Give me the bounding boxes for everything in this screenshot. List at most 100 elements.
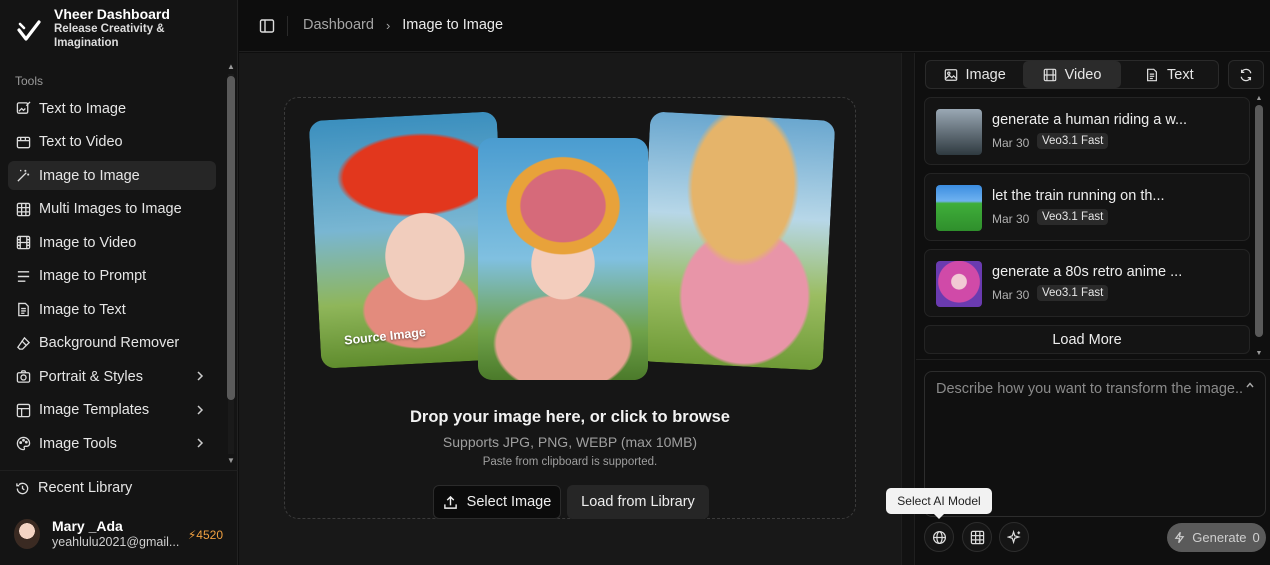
sidebar-divider xyxy=(0,470,238,471)
aspect-grid-button[interactable] xyxy=(962,522,992,552)
camera-icon xyxy=(15,369,31,385)
sidebar-item-label: Image to Video xyxy=(39,234,137,251)
load-from-library-label: Load from Library xyxy=(581,494,695,510)
tab-video-label: Video xyxy=(1064,66,1102,83)
history-item-title: generate a human riding a w... xyxy=(992,112,1188,128)
sidebar-toggle-icon[interactable] xyxy=(259,18,275,34)
topbar-divider xyxy=(287,16,288,36)
refresh-icon xyxy=(1240,68,1252,81)
magic-wand-icon xyxy=(15,168,31,184)
history-item-title: let the train running on th... xyxy=(992,188,1165,204)
dropzone-title: Drop your image here, or click to browse xyxy=(409,408,730,426)
breadcrumb-dashboard-link[interactable]: Dashboard xyxy=(303,17,374,33)
upload-icon xyxy=(443,495,457,509)
sidebar-item-label: Text to Image xyxy=(39,100,127,117)
history-item[interactable]: generate a 80s retro anime ... Mar 30 Ve… xyxy=(924,249,1250,317)
sidebar-item-image-templates[interactable]: Image Templates xyxy=(8,396,216,425)
scroll-thumb[interactable] xyxy=(1255,105,1263,337)
history-item-date: Mar 30 xyxy=(992,288,1030,302)
template-icon xyxy=(15,402,31,418)
tab-image[interactable]: Image xyxy=(926,61,1023,88)
history-item-title: generate a 80s retro anime ... xyxy=(992,264,1183,280)
vheer-logo-icon xyxy=(17,20,41,41)
sidebar-item-label: Text to Video xyxy=(39,134,123,150)
eraser-icon xyxy=(15,335,31,351)
select-image-label: Select Image xyxy=(466,494,552,510)
select-image-button[interactable]: Select Image xyxy=(433,485,561,519)
panel-divider xyxy=(916,359,1270,360)
sidebar-item-background-remover[interactable]: Background Remover xyxy=(8,329,216,358)
user-profile[interactable]: Mary _Ada yeahlulu2021@gmail... ⚡4520 xyxy=(14,518,228,550)
result-image-card-1 xyxy=(478,138,648,380)
model-badge: Veo3.1 Fast xyxy=(1037,285,1109,301)
breadcrumb-separator-icon: › xyxy=(385,17,391,33)
breadcrumb-current: Image to Image xyxy=(402,17,504,33)
generate-button[interactable]: Generate 0 xyxy=(1167,523,1266,552)
sidebar-item-image-to-video[interactable]: Image to Video xyxy=(8,228,216,257)
history-scrollbar[interactable]: ▲ ▼ xyxy=(1254,95,1264,357)
tab-text[interactable]: Text xyxy=(1121,61,1218,88)
history-thumbnail xyxy=(936,261,982,307)
topbar: Dashboard › Image to Image xyxy=(239,0,1270,52)
sidebar-item-text-to-video[interactable]: Text to Video xyxy=(8,128,216,157)
scroll-down-arrow-icon[interactable]: ▼ xyxy=(225,456,237,466)
sidebar-item-portrait-styles[interactable]: Portrait & Styles xyxy=(8,362,216,391)
generate-cost: 0 xyxy=(1252,530,1260,545)
load-from-library-button[interactable]: Load from Library xyxy=(567,485,709,519)
sidebar-item-label: Image Templates xyxy=(39,402,150,418)
grid-icon xyxy=(15,201,31,217)
globe-icon xyxy=(932,530,946,544)
select-ai-model-button[interactable] xyxy=(924,522,954,552)
history-icon xyxy=(16,482,29,494)
recent-library-link[interactable]: Recent Library xyxy=(15,480,132,496)
credits-badge: ⚡4520 xyxy=(188,528,223,542)
sidebar-item-image-to-image[interactable]: Image to Image xyxy=(8,161,216,190)
history-item[interactable]: let the train running on th... Mar 30 Ve… xyxy=(924,173,1250,241)
scroll-up-arrow-icon[interactable]: ▲ xyxy=(225,62,237,72)
enhance-prompt-button[interactable] xyxy=(999,522,1029,552)
sidebar-item-label: Image to Prompt xyxy=(39,268,147,284)
refresh-button[interactable] xyxy=(1228,60,1264,89)
chevron-right-icon xyxy=(197,438,204,448)
sidebar-item-multi-images-to-image[interactable]: Multi Images to Image xyxy=(8,195,216,224)
tab-video[interactable]: Video xyxy=(1023,61,1121,88)
scroll-up-arrow-icon[interactable]: ▲ xyxy=(1254,95,1264,102)
scroll-down-arrow-icon[interactable]: ▼ xyxy=(1254,350,1264,357)
palette-icon xyxy=(15,436,31,452)
sidebar-item-label: Portrait & Styles xyxy=(39,368,143,385)
scroll-thumb[interactable] xyxy=(227,76,235,400)
history-thumbnail xyxy=(936,109,982,155)
sidebar-scrollbar[interactable]: ▲ ▼ xyxy=(225,62,237,466)
sidebar-item-label: Image to Text xyxy=(39,301,126,318)
dropzone-paste-note: Paste from clipboard is supported. xyxy=(482,456,658,468)
tab-text-label: Text xyxy=(1167,66,1194,83)
brand[interactable]: Vheer Dashboard Release Creativity & Ima… xyxy=(16,6,194,50)
sidebar-item-label: Background Remover xyxy=(39,335,180,351)
sidebar-item-label: Image Tools xyxy=(39,435,117,452)
film-icon xyxy=(1043,68,1056,81)
history-item-date: Mar 30 xyxy=(992,136,1030,150)
user-name: Mary _Ada xyxy=(52,518,123,534)
generate-label: Generate xyxy=(1192,530,1247,545)
source-image-label: Source Image xyxy=(343,325,427,348)
brand-title: Vheer Dashboard xyxy=(54,6,170,22)
sidebar-item-label: Multi Images to Image xyxy=(39,201,182,217)
sidebar-item-image-tools[interactable]: Image Tools xyxy=(8,429,216,458)
chevron-up-icon[interactable] xyxy=(1245,380,1255,390)
load-more-button[interactable]: Load More xyxy=(924,325,1250,354)
sidebar-item-text-to-image[interactable]: Text to Image xyxy=(8,94,216,123)
user-email: yeahlulu2021@gmail... xyxy=(52,535,180,549)
image-dropzone[interactable]: Source Image Drop your image here, or cl… xyxy=(284,97,856,519)
select-ai-model-tooltip: Select AI Model xyxy=(886,488,992,519)
tab-image-label: Image xyxy=(965,66,1006,83)
history-thumbnail xyxy=(936,185,982,231)
history-item[interactable]: generate a human riding a w... Mar 30 Ve… xyxy=(924,97,1250,165)
sidebar-item-image-to-text[interactable]: Image to Text xyxy=(8,295,216,324)
sidebar-item-image-to-prompt[interactable]: Image to Prompt xyxy=(8,262,216,291)
load-more-label: Load More xyxy=(1052,331,1122,348)
history-tabs: Image Video Text xyxy=(925,60,1219,89)
history-list: generate a human riding a w... Mar 30 Ve… xyxy=(924,97,1250,354)
video-text-icon xyxy=(15,134,31,150)
breadcrumb: Dashboard › Image to Image xyxy=(303,17,503,33)
tools-section-label: Tools xyxy=(15,74,44,88)
